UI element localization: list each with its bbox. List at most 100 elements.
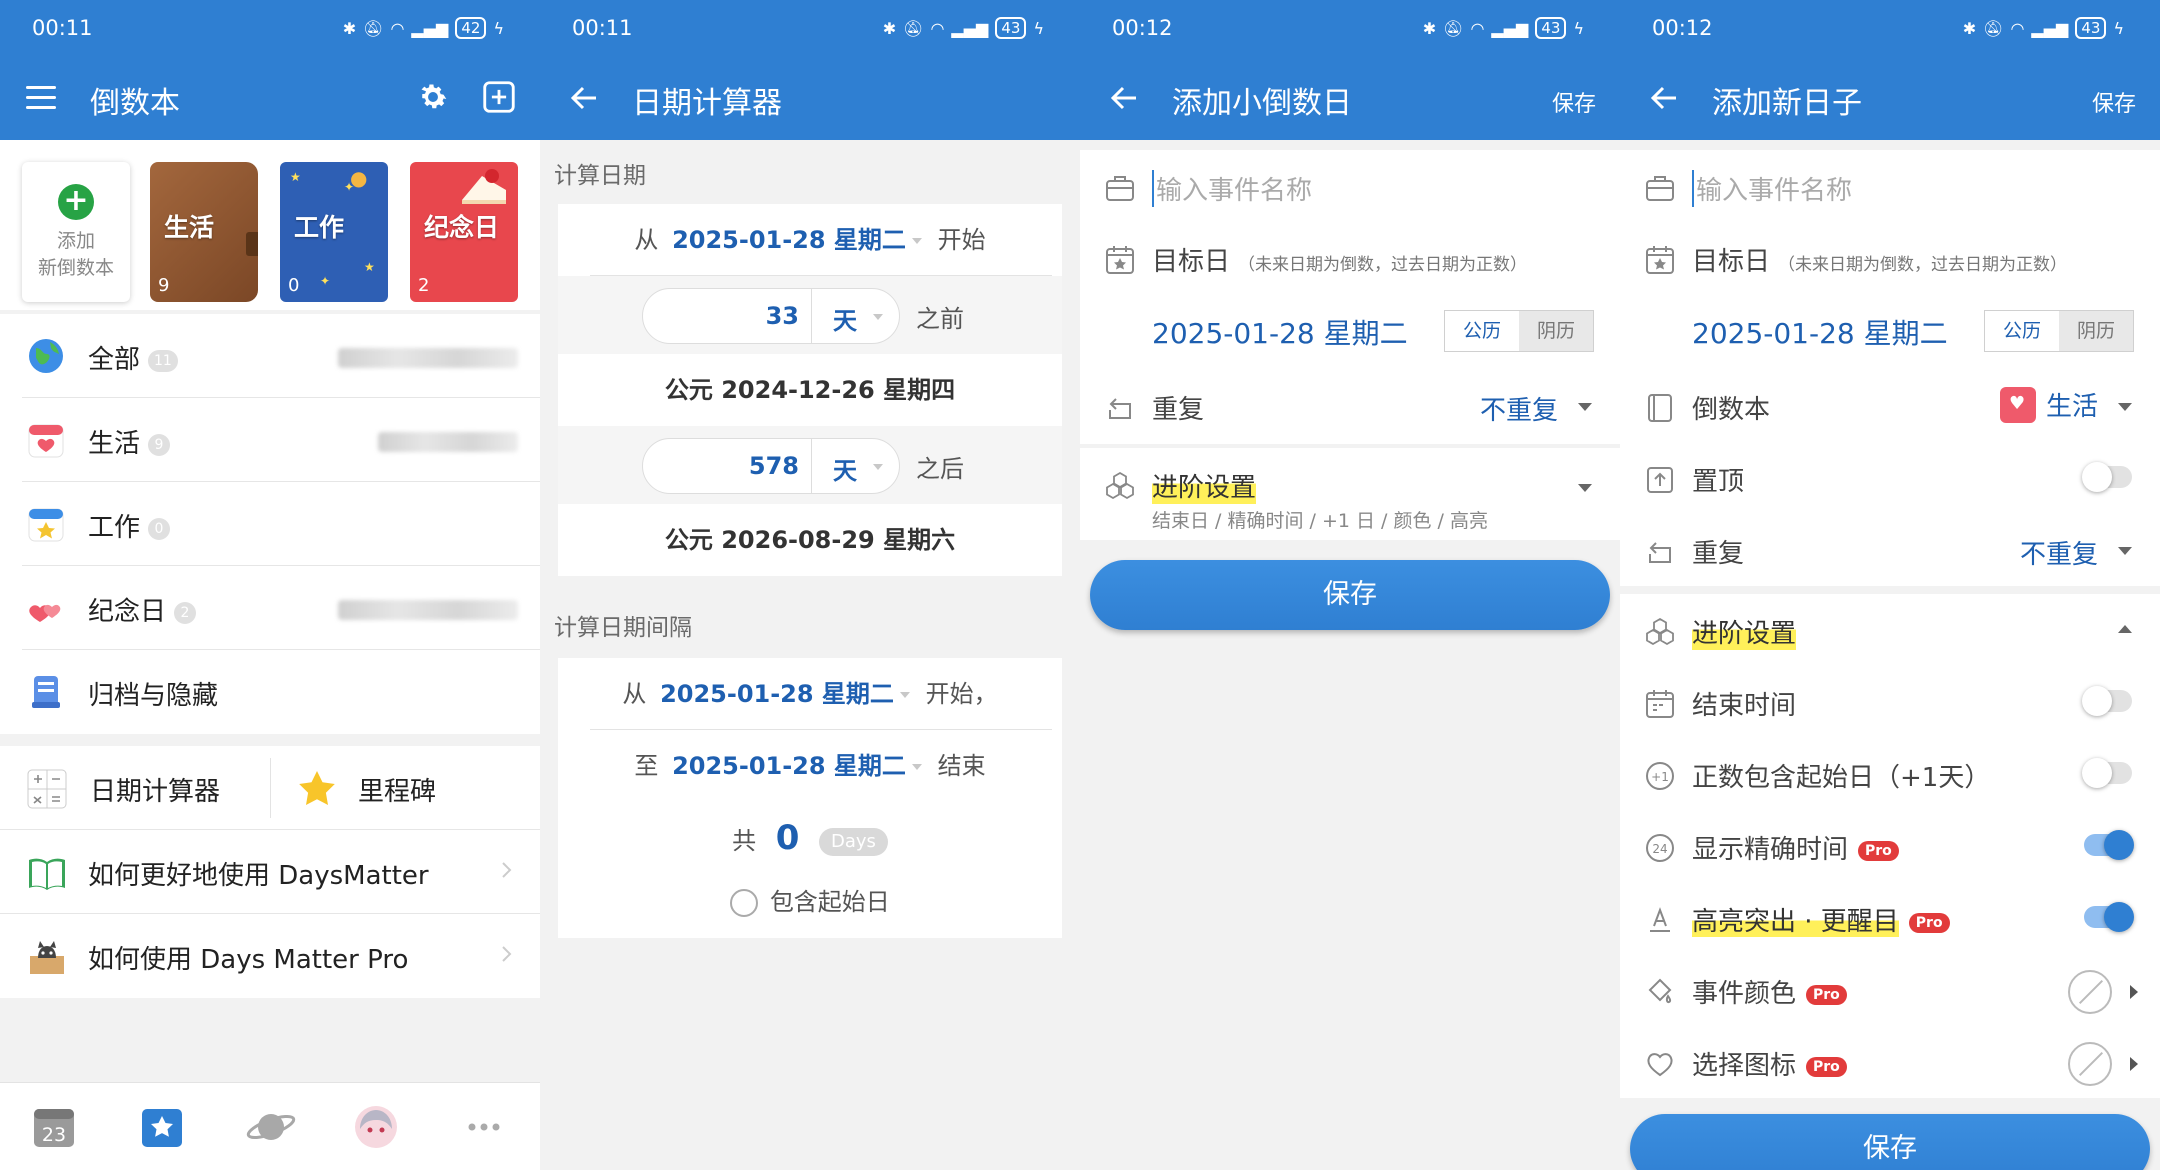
back-arrow-icon[interactable] — [1644, 78, 1684, 118]
add-notebook-button[interactable]: + 添加 新倒数本 — [22, 162, 130, 302]
before-days-stepper[interactable]: 33 天 — [642, 288, 900, 344]
before-days-input[interactable]: 33 — [766, 302, 799, 330]
category-all[interactable]: 全部 11 — [22, 314, 540, 398]
date-picker[interactable]: 2025-01-28 星期二 — [1152, 312, 1408, 352]
pin-toggle[interactable] — [2082, 462, 2132, 492]
category-life[interactable]: 生活 9 — [22, 398, 540, 482]
heart-notebook-icon — [1999, 386, 2036, 423]
no-color-swatch[interactable] — [2068, 970, 2112, 1014]
total-value: 0 — [775, 818, 800, 858]
include-start-toggle[interactable] — [2082, 758, 2132, 788]
milestone-label: 里程碑 — [358, 777, 437, 807]
status-bar: 00:12 ✱ 🔕︎ ◠ ▂▄▆ 43 ϟ — [1080, 0, 1620, 60]
wifi-icon: ◠ — [2010, 18, 2025, 38]
guide-daysmatter[interactable]: 如何更好地使用 DaysMatter — [0, 830, 540, 914]
heart-calendar-icon — [28, 424, 64, 458]
notebook-icon — [1648, 394, 1672, 422]
repeat-label: 重复 — [1152, 395, 1205, 425]
category-anniversary[interactable]: 纪念日 2 — [22, 566, 540, 650]
solar-calendar-tab[interactable]: 公历 — [1445, 311, 1519, 351]
nav-countdown-books[interactable] — [140, 1105, 184, 1149]
end-time-toggle[interactable] — [2082, 686, 2132, 716]
save-button[interactable]: 保存 — [1630, 1114, 2150, 1170]
settings-gear-icon[interactable] — [416, 80, 450, 114]
include-start-option[interactable]: 包含起始日 — [558, 874, 1062, 938]
add-box-icon[interactable] — [480, 78, 518, 116]
plus-one-icon: +1 — [1646, 762, 1674, 790]
date-calculator-item[interactable]: 日期计算器 — [0, 746, 270, 830]
notebook-work[interactable]: ★ ✦ ★ ✦ ● 工作 0 — [280, 162, 388, 302]
back-arrow-icon[interactable] — [1104, 78, 1144, 118]
repeat-row[interactable]: 重复 不重复 — [1620, 514, 2160, 586]
lunar-calendar-tab[interactable]: 阴历 — [2059, 311, 2133, 351]
nav-profile[interactable] — [354, 1105, 398, 1149]
add-notebook-label-2: 新倒数本 — [37, 257, 114, 279]
no-icon-swatch[interactable] — [2068, 1042, 2112, 1086]
back-arrow-icon[interactable] — [564, 78, 604, 118]
after-days-input[interactable]: 578 — [749, 452, 799, 480]
date-picker[interactable]: 2025-01-28 星期二 — [1692, 312, 1948, 352]
event-color-row[interactable]: 事件颜色 Pro — [1620, 954, 2160, 1026]
nav-more[interactable] — [462, 1105, 506, 1149]
status-time: 00:11 — [32, 16, 93, 40]
advanced-settings-label: 进阶设置 — [1692, 613, 1797, 650]
category-life-label: 生活 9 — [88, 423, 171, 460]
section-date-interval: 计算日期间隔 — [554, 615, 692, 641]
milestone-item[interactable]: 里程碑 — [270, 746, 540, 830]
include-start-radio[interactable] — [730, 889, 759, 917]
advanced-settings-row[interactable]: 进阶设置 结束日 / 精确时间 / +1 日 / 颜色 / 高亮 — [1080, 448, 1620, 540]
calendar-end-icon — [1646, 690, 1674, 718]
category-work-label: 工作 0 — [88, 507, 171, 544]
lunar-calendar-tab[interactable]: 阴历 — [1519, 311, 1593, 351]
interval-from-picker[interactable]: 2025-01-28 星期二 — [660, 680, 894, 708]
choose-icon-row[interactable]: 选择图标 Pro — [1620, 1026, 2160, 1098]
notebook-anniversary-count: 2 — [418, 275, 430, 296]
repeat-value[interactable]: 不重复 — [2020, 534, 2098, 571]
after-days-stepper[interactable]: 578 天 — [642, 438, 900, 494]
solar-calendar-tab[interactable]: 公历 — [1985, 311, 2059, 351]
wifi-icon: ◠ — [930, 18, 945, 38]
category-work[interactable]: 工作 0 — [22, 482, 540, 566]
save-action[interactable]: 保存 — [1552, 86, 1596, 118]
guide-pro[interactable]: 如何使用 Days Matter Pro — [0, 914, 540, 998]
dropdown-icon — [899, 692, 910, 698]
interval-to-picker[interactable]: 2025-01-28 星期二 — [672, 752, 906, 780]
notebook-anniversary[interactable]: 纪念日 2 — [410, 162, 518, 302]
before-unit-select[interactable]: 天 — [833, 301, 857, 336]
target-date-hint: （未来日期为倒数，过去日期为正数） — [1238, 255, 1528, 275]
exact-time-toggle[interactable] — [2084, 830, 2134, 860]
highlight-toggle[interactable] — [2084, 902, 2134, 932]
status-time: 00:11 — [572, 16, 633, 40]
notebook-row[interactable]: 倒数本 生活 — [1620, 370, 2160, 442]
notebook-life[interactable]: 生活 9 — [150, 162, 258, 302]
briefcase-icon — [1106, 176, 1134, 201]
after-unit-select[interactable]: 天 — [833, 451, 857, 486]
wifi-icon: ◠ — [1470, 18, 1485, 38]
notebook-select[interactable]: 生活 — [1999, 386, 2098, 423]
category-archive[interactable]: 归档与隐藏 — [22, 650, 540, 734]
menu-icon[interactable] — [26, 86, 56, 112]
nav-calendar[interactable]: 23 — [32, 1105, 76, 1149]
end-time-label: 结束时间 — [1692, 691, 1797, 721]
date-calculator-label: 日期计算器 — [90, 777, 221, 807]
advanced-settings-row[interactable]: 进阶设置 — [1620, 594, 2160, 666]
header: 00:12 ✱ 🔕︎ ◠ ▂▄▆ 43 ϟ 添加小倒数日 保存 — [1080, 0, 1620, 140]
event-name-input[interactable]: 输入事件名称 — [1152, 170, 1312, 207]
save-button[interactable]: 保存 — [1090, 560, 1610, 630]
repeat-row[interactable]: 重复 不重复 — [1080, 370, 1620, 444]
save-action[interactable]: 保存 — [2092, 86, 2136, 118]
tools-list: 日期计算器 里程碑 如何更好地使用 DaysMatter 如何使用 Days M… — [0, 746, 540, 998]
star-calendar-icon — [28, 508, 64, 542]
from-date-picker[interactable]: 2025-01-28 星期二 — [672, 226, 906, 254]
collapse-icon — [2118, 625, 2132, 633]
repeat-value[interactable]: 不重复 — [1480, 390, 1558, 427]
status-icons: ✱ 🔕︎ ◠ ▂▄▆ 42 ϟ — [343, 17, 504, 39]
pin-label: 置顶 — [1692, 467, 1745, 497]
battery-icon: 42 — [455, 17, 487, 39]
event-name-input[interactable]: 输入事件名称 — [1692, 170, 1852, 207]
calendar-icon: 23 — [34, 1109, 74, 1147]
book-icon — [29, 858, 65, 890]
cake-icon — [462, 169, 506, 204]
count-badge: 9 — [148, 433, 171, 456]
nav-discover[interactable] — [246, 1105, 296, 1149]
